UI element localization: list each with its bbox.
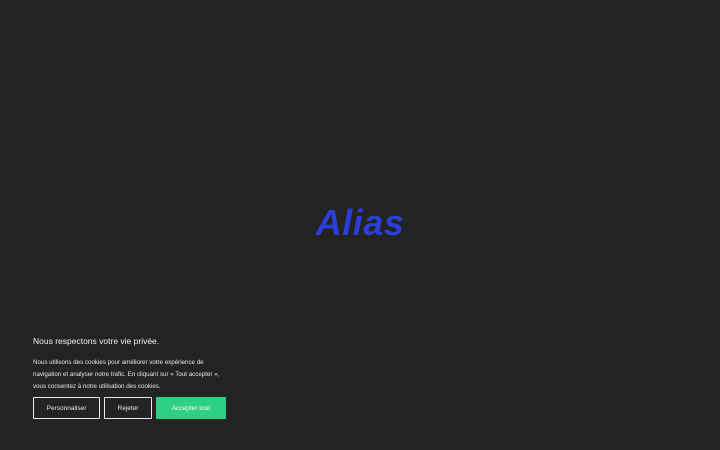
cookie-banner-actions: Personnaliser Rejeter Accepter tout [33, 397, 226, 419]
accept-all-button[interactable]: Accepter tout [156, 397, 226, 419]
personalize-button[interactable]: Personnaliser [33, 397, 100, 419]
alias-logo: Alias [315, 202, 405, 243]
cookie-banner-description: Nous utilisons des cookies pour améliore… [33, 359, 220, 390]
cookie-consent-banner: Nous respectons votre vie privée. Nous u… [33, 334, 233, 393]
reject-button[interactable]: Rejeter [104, 397, 152, 419]
cookie-banner-title: Nous respectons votre vie privée. [33, 336, 160, 346]
